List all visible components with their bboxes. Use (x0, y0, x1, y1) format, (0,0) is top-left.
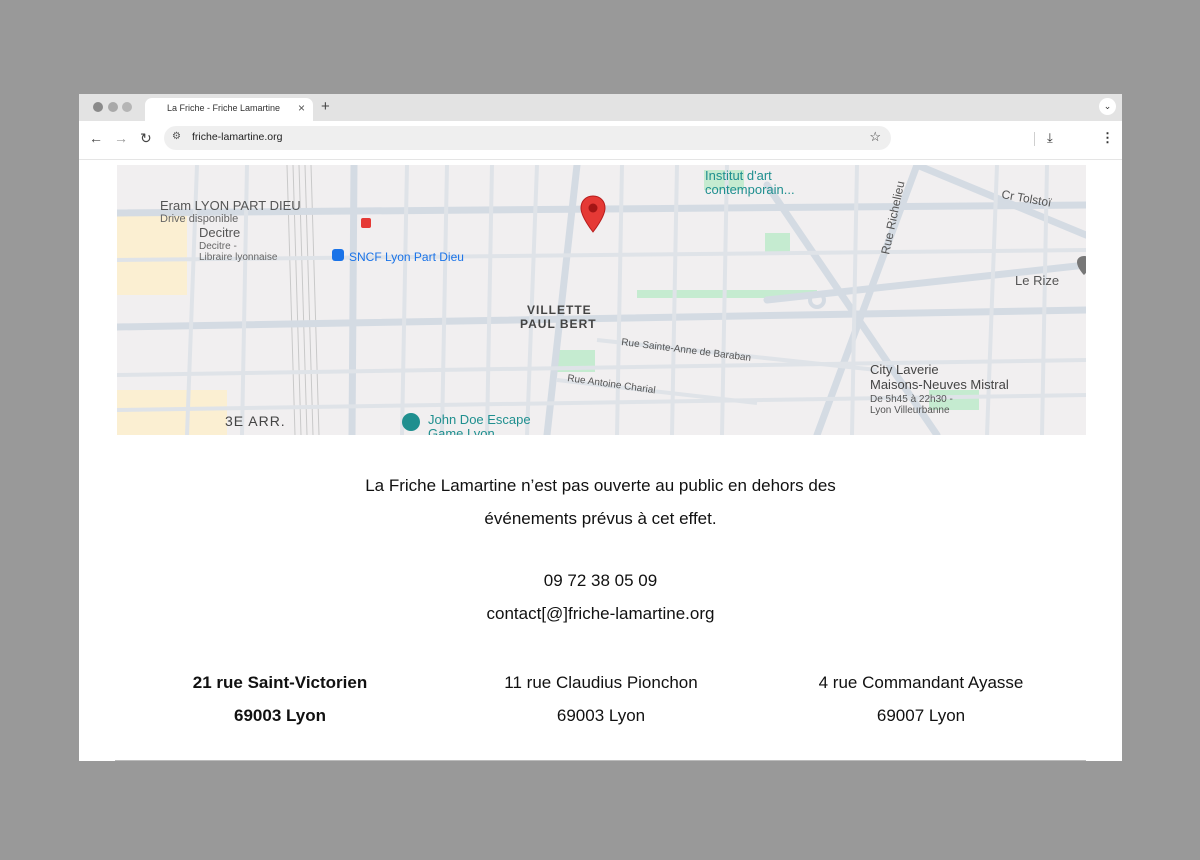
kebab-menu-icon[interactable]: ⋮ (1101, 130, 1114, 146)
address-bar[interactable]: ⚙ friche-lamartine.org ☆ (164, 126, 891, 150)
map-label-escape: John Doe Escape (428, 412, 531, 427)
page-content: Institut d'art contemporain... Cr Tolsto… (79, 160, 1122, 761)
transit-icon (332, 249, 344, 261)
download-icon[interactable]: ⤓ (1047, 130, 1053, 146)
address-2: 11 rue Claudius Pionchon 69003 Lyon (451, 666, 751, 732)
phone-number[interactable]: 09 72 38 05 09 (79, 564, 1122, 597)
notice-line-2: événements prévus à cet effet. (484, 509, 717, 528)
site-settings-icon[interactable]: ⚙ (172, 131, 181, 142)
toolbar-separator (1034, 132, 1035, 146)
url-text[interactable]: friche-lamartine.org (192, 131, 282, 143)
map-label-laverie-4: Lyon Villeurbanne (870, 405, 950, 416)
tab-title: La Friche - Friche Lamartine (167, 103, 281, 113)
reload-icon[interactable]: ↻ (140, 130, 152, 147)
map-label-eram-sub: Drive disponible (160, 213, 238, 225)
divider (115, 760, 1086, 761)
browser-window: La Friche - Friche Lamartine × + ⌄ ← → ↻… (79, 94, 1122, 761)
map-label-decitre-sub1: Decitre - (199, 241, 237, 252)
map-label-institut: Institut d'art (705, 168, 772, 183)
map-label-escape-2: Game Lyon (428, 426, 495, 435)
map-label-laverie-3: De 5h45 à 22h30 - (870, 394, 953, 405)
forward-arrow-icon[interactable]: → (114, 130, 128, 146)
address-3-street: 4 rue Commandant Ayasse (818, 673, 1024, 692)
bookmark-star-icon[interactable]: ☆ (869, 129, 881, 145)
map-label-decitre: Decitre (199, 225, 240, 240)
contact-block: 09 72 38 05 09 contact[@]friche-lamartin… (79, 564, 1122, 630)
map-label-le-rize: Le Rize (1015, 273, 1059, 288)
tab-strip: La Friche - Friche Lamartine × + ⌄ (79, 94, 1122, 121)
address-1: 21 rue Saint-Victorien 69003 Lyon (130, 666, 430, 732)
minimize-window-dot[interactable] (108, 102, 118, 112)
back-arrow-icon[interactable]: ← (89, 130, 103, 146)
close-window-dot[interactable] (93, 102, 103, 112)
closure-notice: La Friche Lamartine n’est pas ouverte au… (79, 469, 1122, 535)
tab-close-icon[interactable]: × (298, 101, 305, 115)
notice-line-1: La Friche Lamartine n’est pas ouverte au… (365, 476, 836, 495)
map-label-eram: Eram LYON PART DIEU (160, 198, 301, 213)
map-label-villette: VILLETTE (527, 303, 592, 317)
browser-toolbar: ← → ↻ ⚙ friche-lamartine.org ☆ ⤓ ⋮ (79, 121, 1122, 160)
new-tab-button[interactable]: + (321, 98, 330, 115)
map-label-sncf: SNCF Lyon Part Dieu (349, 250, 464, 264)
location-pin-icon[interactable] (580, 195, 606, 233)
map-label-decitre-sub2: Libraire lyonnaise (199, 252, 278, 263)
train-station-marker-icon (361, 218, 371, 228)
active-tab[interactable]: La Friche - Friche Lamartine × (145, 98, 313, 121)
address-2-city: 69003 Lyon (556, 706, 646, 725)
maximize-window-dot[interactable] (122, 102, 132, 112)
map-label-laverie: City Laverie (870, 362, 939, 377)
address-3-city: 69007 Lyon (876, 706, 966, 725)
email-address[interactable]: contact[@]friche-lamartine.org (79, 597, 1122, 630)
address-3: 4 rue Commandant Ayasse 69007 Lyon (771, 666, 1071, 732)
tab-search-button[interactable]: ⌄ (1099, 98, 1116, 115)
escape-game-poi-icon (402, 413, 420, 431)
address-1-city: 69003 Lyon (234, 706, 326, 725)
address-1-street: 21 rue Saint-Victorien (192, 673, 368, 692)
map-label-paul-bert: PAUL BERT (520, 317, 597, 331)
map-label-arr: 3E ARR. (225, 413, 286, 429)
address-2-street: 11 rue Claudius Pionchon (504, 673, 698, 692)
map-label-laverie-2: Maisons-Neuves Mistral (870, 377, 1009, 392)
map-label-institut-2: contemporain... (705, 182, 795, 197)
embedded-map[interactable]: Institut d'art contemporain... Cr Tolsto… (117, 165, 1086, 435)
